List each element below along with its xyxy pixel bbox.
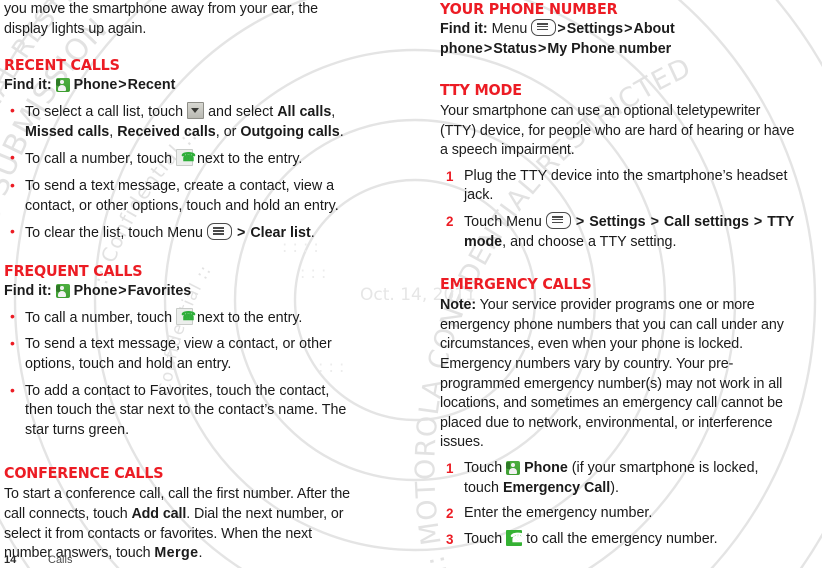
note-text: Your service provider programs one or mo… bbox=[440, 297, 784, 451]
find-it-recent-calls: Find it: Phone>Recent bbox=[4, 77, 176, 94]
intro-paragraph: you move the smartphone away from your e… bbox=[4, 1, 318, 37]
list-item: Touch Phone (if your smartphone is locke… bbox=[446, 459, 759, 496]
dropdown-icon bbox=[187, 102, 205, 120]
phone-app-icon bbox=[55, 283, 70, 298]
list-item: Touch Menu > Settings > Call settings > … bbox=[446, 211, 795, 250]
find-it-menu-label: Menu bbox=[491, 21, 528, 37]
section-heading-frequent-calls: Frequent calls bbox=[4, 261, 143, 280]
list-item: To clear the list, touch Menu > Clear li… bbox=[4, 222, 359, 244]
find-it-path-item: Status bbox=[493, 41, 537, 57]
find-it-label: Find it: bbox=[440, 21, 488, 37]
tty-mode-step-list: Plug the TTY device into the smartphone’… bbox=[440, 167, 795, 252]
manual-page: you move the smartphone away from your e… bbox=[0, 0, 822, 568]
list-item: Plug the TTY device into the smartphone’… bbox=[446, 167, 788, 204]
list-item: To send a text message, view a contact, … bbox=[4, 334, 359, 374]
frequent-calls-bullet-list: To call a number, touch ☎ next to the en… bbox=[4, 307, 359, 441]
emergency-calls-note: Note: Your service provider programs one… bbox=[440, 296, 795, 453]
emergency-calls-step-list: Touch Phone (if your smartphone is locke… bbox=[440, 459, 795, 549]
call-key-light-icon: ☎ bbox=[176, 307, 196, 325]
find-it-label: Find it: bbox=[4, 77, 52, 94]
note-label: Note: bbox=[440, 297, 477, 314]
list-item: To add a contact to Favorites, touch the… bbox=[4, 381, 359, 441]
left-column: you move the smartphone away from your e… bbox=[4, 0, 359, 564]
conference-calls-paragraph: To start a conference call, call the fir… bbox=[4, 486, 351, 562]
section-heading-tty-mode: TTY mode bbox=[440, 81, 522, 99]
find-it-path-item: Phone bbox=[73, 282, 118, 299]
section-heading-emergency-calls: Emergency calls bbox=[440, 275, 592, 294]
section-heading-conference-calls: Conference calls bbox=[4, 464, 164, 483]
phone-app-icon bbox=[55, 78, 70, 93]
list-item: To call a number, touch ☎ next to the en… bbox=[4, 148, 359, 170]
section-heading-recent-calls: Recent calls bbox=[4, 56, 120, 75]
find-it-path-item: My Phone number bbox=[547, 41, 672, 57]
find-it-label: Find it: bbox=[4, 282, 52, 299]
call-key-green-icon: ☎ bbox=[506, 530, 526, 547]
menu-key-icon bbox=[206, 223, 232, 241]
page-footer: 14 Calls bbox=[4, 554, 72, 566]
call-key-light-icon: ☎ bbox=[176, 149, 196, 167]
list-item: To select a call list, touch and select … bbox=[4, 101, 359, 142]
section-heading-your-phone-number: Your phone number bbox=[440, 0, 618, 18]
list-item: To send a text message, create a contact… bbox=[4, 176, 359, 216]
list-item: To call a number, touch ☎ next to the en… bbox=[4, 307, 359, 329]
footer-page-number: 14 bbox=[4, 554, 17, 566]
menu-key-icon bbox=[545, 211, 571, 229]
recent-calls-bullet-list: To select a call list, touch and select … bbox=[4, 101, 359, 244]
tty-mode-paragraph: Your smartphone can use an optional tele… bbox=[440, 103, 795, 159]
footer-section-name: Calls bbox=[48, 554, 73, 566]
find-it-path-item: Recent bbox=[127, 77, 176, 94]
find-it-your-phone-number: Find it: Menu >Settings>About phone>Stat… bbox=[440, 19, 675, 57]
find-it-path-item: Settings bbox=[566, 21, 624, 37]
phone-app-icon bbox=[506, 460, 521, 475]
find-it-frequent-calls: Find it: Phone>Favorites bbox=[4, 282, 192, 299]
list-item: Touch ☎ to call the emergency number. bbox=[446, 530, 718, 549]
find-it-path-item: Favorites bbox=[127, 282, 192, 299]
list-item: Enter the emergency number. bbox=[446, 504, 653, 523]
find-it-path-item: Phone bbox=[73, 77, 118, 94]
right-column: Your phone number Find it: Menu >Setting… bbox=[440, 0, 795, 555]
menu-key-icon bbox=[531, 19, 557, 36]
